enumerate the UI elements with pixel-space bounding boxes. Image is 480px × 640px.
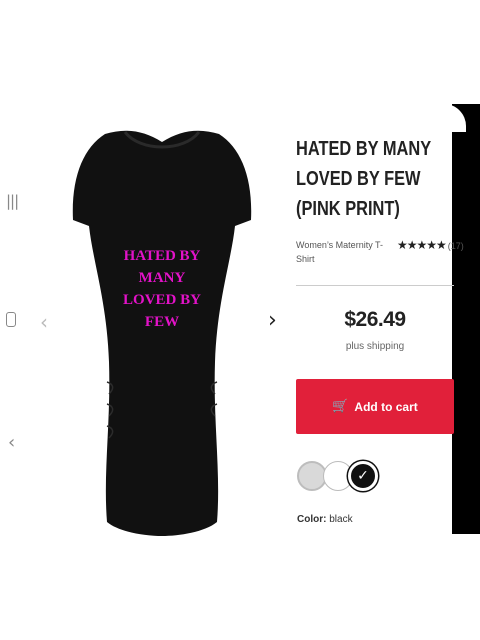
product-title: HATED BY MANY LOVED BY FEW (PINK PRINT) [296, 138, 431, 220]
carousel-next-button[interactable]: › [268, 308, 277, 333]
print-line-4: FEW [145, 314, 179, 330]
recent-apps-button[interactable]: ||| [6, 192, 19, 210]
product-rating[interactable]: ★★★★★ (17) [397, 238, 464, 252]
product-image: HATED BY MANY LOVED BY FEW [72, 130, 252, 536]
color-swatch-black[interactable]: ✓ [348, 461, 378, 491]
add-to-cart-button[interactable]: 🛒 Add to cart [296, 379, 454, 434]
device-frame-edge [438, 104, 480, 534]
rating-count: (17) [447, 241, 464, 251]
check-icon: ✓ [357, 468, 369, 484]
back-button[interactable]: ‹ [8, 432, 15, 453]
cart-icon: 🛒 [332, 399, 349, 414]
selected-color-label: Color: black [297, 514, 353, 525]
product-subtitle: Women’s Maternity T-Shirt [296, 240, 384, 264]
shipping-note: plus shipping [345, 341, 405, 352]
add-to-cart-label: Add to cart [354, 399, 418, 414]
print-line-1: HATED BY [124, 248, 201, 264]
color-label-prefix: Color: [297, 514, 327, 525]
color-label-value: black [329, 514, 353, 525]
divider [296, 285, 454, 286]
carousel-prev-button[interactable]: ‹ [40, 310, 48, 334]
product-price: $26.49 [344, 308, 406, 331]
home-button[interactable] [6, 312, 16, 327]
print-line-2: MANY [139, 270, 186, 286]
print-line-3: LOVED BY [123, 292, 201, 308]
t-shirt-shape [72, 130, 252, 536]
rating-stars-icon: ★★★★★ [397, 238, 447, 252]
